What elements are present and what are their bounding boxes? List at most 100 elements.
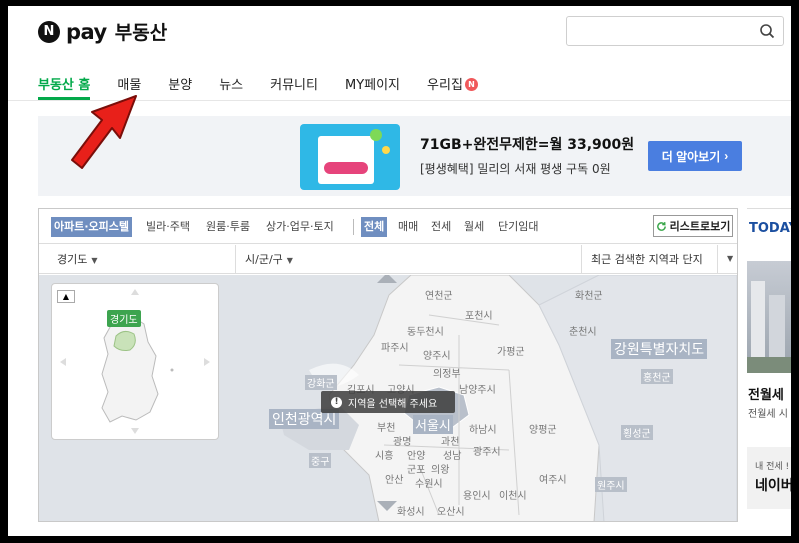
logo[interactable]: N pay 부동산 <box>38 18 167 45</box>
map-label[interactable]: 여주시 <box>539 471 567 486</box>
map-label[interactable]: 오산시 <box>437 503 465 518</box>
map-panel: 아파트·오피스텔 빌라·주택 원룸·투룸 상가·업무·토지 전체 매매 전세 월… <box>38 208 738 522</box>
map-label[interactable]: 가평군 <box>497 343 525 358</box>
city-select[interactable]: 시/군/구 ▼ <box>245 251 293 267</box>
naver-n-icon: N <box>38 20 60 43</box>
deal-jeonse[interactable]: 전세 <box>428 217 454 237</box>
today-promo-big: 네이버 <box>755 478 791 494</box>
filter-apartment-officetel[interactable]: 아파트·오피스텔 <box>51 217 133 237</box>
map-label[interactable]: 연천군 <box>425 287 453 302</box>
list-view-label: 리스트로보기 <box>669 221 731 233</box>
map-label-seoul[interactable]: 서울시 <box>413 415 453 434</box>
region-map[interactable]: 화천군 연천군 포천시 동두천시 춘천시 파주시 양주시 가평군 강원특별자치도… <box>39 275 737 521</box>
banner-decor <box>370 129 382 141</box>
new-badge: N <box>464 78 478 91</box>
map-label[interactable]: 화천군 <box>575 287 603 302</box>
map-label[interactable]: 광주시 <box>473 443 501 458</box>
mini-map-region-tag: 경기도 <box>107 310 141 327</box>
map-label[interactable]: 횡성군 <box>621 425 653 440</box>
map-label[interactable]: 시흥 <box>375 447 393 462</box>
banner-card <box>318 136 374 184</box>
filter-villa-house[interactable]: 빌라·주택 <box>143 217 193 237</box>
filter-commercial-land[interactable]: 상가·업무·토지 <box>263 217 337 237</box>
pan-down-icon[interactable] <box>377 501 397 511</box>
select-divider <box>717 245 718 273</box>
today-promo-box[interactable]: 내 전세 ! 네이버 <box>747 447 791 509</box>
map-label[interactable]: 양주시 <box>423 347 451 362</box>
map-label[interactable]: 남양주시 <box>459 381 496 396</box>
today-subtext: 전월세 시 <box>748 409 788 420</box>
map-label[interactable]: 중구 <box>309 453 332 468</box>
promo-banner[interactable]: 71GB+완전무제한=월 33,900원 [평생혜택] 밀리의 서재 평생 구독… <box>38 116 791 196</box>
map-label-gangwon[interactable]: 강원특별자치도 <box>611 339 708 359</box>
filter-oneroom-tworoom[interactable]: 원룸·투룸 <box>203 217 253 237</box>
pan-up-icon[interactable] <box>377 275 397 283</box>
nav-label: 뉴스 <box>219 78 244 93</box>
banner-title: 71GB+완전무제한=월 33,900원 <box>420 137 635 153</box>
map-label[interactable]: 안산 <box>385 471 403 486</box>
search-icon[interactable] <box>759 23 775 39</box>
map-label[interactable]: 의왕 <box>431 461 449 476</box>
caret-down-icon: ▼ <box>286 256 293 265</box>
select-divider <box>581 245 582 273</box>
chevron-right-icon: › <box>724 149 729 163</box>
logo-service-name: 부동산 <box>114 22 168 44</box>
map-label[interactable]: 성남 <box>443 447 461 462</box>
learn-more-label: 더 알아보기 <box>661 149 721 164</box>
map-label[interactable]: 파주시 <box>381 339 409 354</box>
banner-subtitle: [평생혜택] 밀리의 서재 평생 구독 0원 <box>420 162 611 176</box>
learn-more-button[interactable]: 더 알아보기 › <box>648 141 742 171</box>
recent-search-select[interactable]: 최근 검색한 지역과 단지 <box>591 251 703 267</box>
caret-down-icon: ▼ <box>727 254 734 263</box>
deal-monthly[interactable]: 월세 <box>461 217 487 237</box>
map-label[interactable]: 의정부 <box>433 365 461 380</box>
map-label[interactable]: 화성시 <box>397 503 425 518</box>
today-article-image[interactable] <box>747 261 791 373</box>
search-box <box>566 16 784 46</box>
nav-label: 분양 <box>168 78 193 93</box>
caret-down-icon: ▼ <box>91 256 98 265</box>
map-label[interactable]: 양평군 <box>529 421 557 436</box>
recent-dropdown-toggle[interactable]: ▼ <box>723 251 733 264</box>
map-label[interactable]: 동두천시 <box>407 323 444 338</box>
deal-sale[interactable]: 매매 <box>395 217 421 237</box>
map-label[interactable]: 하남시 <box>469 421 497 436</box>
logo-pay-text: pay <box>66 19 107 44</box>
map-label[interactable]: 과천 <box>441 433 459 448</box>
nav-item-mypage[interactable]: MY페이지 <box>345 64 400 100</box>
building-photo <box>747 281 791 373</box>
list-view-button[interactable]: 리스트로보기 <box>653 215 733 237</box>
today-section: TODAY 전월세 전월세 시 내 전세 ! 네이버 <box>747 208 791 522</box>
map-label[interactable]: 군포 <box>407 461 425 476</box>
map-label[interactable]: 광명 <box>393 433 411 448</box>
map-label[interactable]: 부천 <box>377 419 395 434</box>
deal-short-term[interactable]: 단기임대 <box>495 217 541 237</box>
map-label[interactable]: 안양 <box>407 447 425 462</box>
banner-decor <box>382 146 390 154</box>
map-label[interactable]: 홍천군 <box>641 369 673 384</box>
nav-label: 부동산 홈 <box>38 78 91 93</box>
today-headline[interactable]: 전월세 <box>748 384 784 403</box>
region-select-row: 경기도 ▼ 시/군/구 ▼ 최근 검색한 지역과 단지 ▼ <box>39 245 737 274</box>
map-label[interactable]: 원주시 <box>595 477 627 492</box>
nav-label: 커뮤니티 <box>270 78 318 93</box>
nav-item-presale[interactable]: 분양 <box>168 64 192 100</box>
select-region-toast: ! 지역을 선택해 주세요 <box>321 391 455 413</box>
map-label[interactable]: 강화군 <box>305 375 337 390</box>
nav-item-news[interactable]: 뉴스 <box>219 64 243 100</box>
nav-label: 우리집 <box>427 78 463 93</box>
map-label[interactable]: 이천시 <box>499 487 527 502</box>
map-label[interactable]: 포천시 <box>465 307 493 322</box>
province-select[interactable]: 경기도 ▼ <box>57 251 98 267</box>
map-label[interactable]: 용인시 <box>463 487 491 502</box>
city-value: 시/군/구 <box>245 253 283 266</box>
nav-item-community[interactable]: 커뮤니티 <box>270 64 318 100</box>
mini-map[interactable]: ▲ 경기도 <box>51 283 219 440</box>
map-label[interactable]: 춘천시 <box>569 323 597 338</box>
deal-all[interactable]: 전체 <box>361 217 388 237</box>
map-label[interactable]: 수원시 <box>415 475 443 490</box>
nav-item-myhome[interactable]: 우리집 N <box>427 64 478 100</box>
search-input[interactable] <box>567 17 747 45</box>
today-promo-small: 내 전세 ! <box>755 462 790 472</box>
banner-image <box>300 124 400 190</box>
